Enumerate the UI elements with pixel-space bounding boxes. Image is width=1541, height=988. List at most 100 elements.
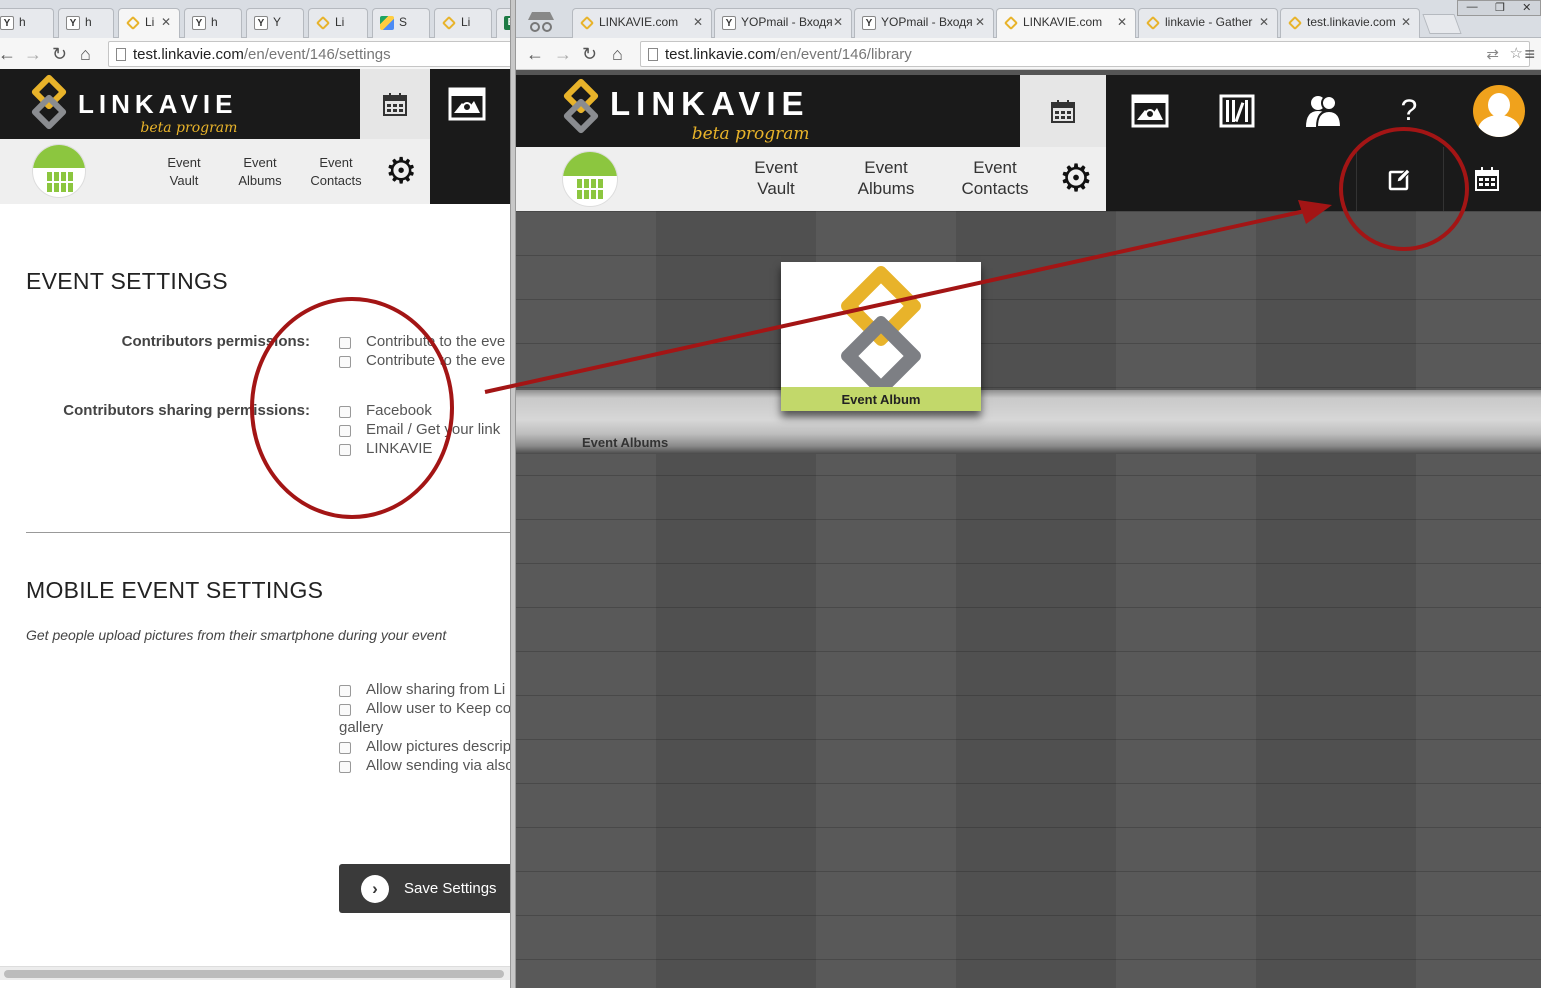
right-tab-6[interactable]: test.linkavie.com ✕ xyxy=(1280,8,1420,38)
nav-event-vault[interactable]: Event Vault xyxy=(736,157,816,199)
vault-nav-button[interactable] xyxy=(432,69,502,139)
close-tab-icon[interactable]: ✕ xyxy=(833,15,843,29)
right-tab-3[interactable]: Y YOPmail - Входя ✕ xyxy=(854,8,994,38)
vault-nav-button[interactable] xyxy=(1106,75,1194,147)
left-tab-6[interactable]: Li xyxy=(308,8,368,38)
yopmail-favicon-icon: Y xyxy=(192,16,206,30)
linkavie-favicon-icon xyxy=(1003,15,1019,31)
settings-gear-icon[interactable]: ⚙ xyxy=(1059,160,1093,198)
nav-line: Vault xyxy=(169,173,199,188)
linkavie-favicon-icon xyxy=(1145,15,1161,31)
calendar-nav-button[interactable] xyxy=(1020,75,1106,147)
linkavie-logo[interactable]: LINKAVIE beta program xyxy=(560,77,810,145)
calendar-icon xyxy=(1051,100,1075,123)
left-tab-5[interactable]: YY xyxy=(246,8,304,38)
tab-title: LINKAVIE.com xyxy=(599,15,679,29)
left-tab-3-active[interactable]: Li ✕ xyxy=(118,8,180,39)
right-tab-4-active[interactable]: LINKAVIE.com ✕ xyxy=(996,8,1136,39)
minimize-icon[interactable]: — xyxy=(1467,1,1478,15)
allow-sharing-checkbox[interactable] xyxy=(339,685,351,697)
profile-avatar-button[interactable] xyxy=(1456,75,1541,147)
linkavie-favicon-icon xyxy=(441,15,457,31)
right-url-bar[interactable]: test.linkavie.com/en/event/146/library ⇄… xyxy=(640,41,1530,67)
left-tab-7[interactable]: S xyxy=(372,8,430,38)
nav-event-albums[interactable]: Event Albums xyxy=(228,154,292,190)
left-tab-1[interactable]: Yh xyxy=(0,8,54,38)
chevron-right-icon: › xyxy=(361,874,389,903)
close-window-icon[interactable]: ✕ xyxy=(1522,1,1531,15)
event-album-card[interactable]: Event Album xyxy=(781,262,981,411)
library-nav-button[interactable] xyxy=(1194,75,1280,147)
tab-title: linkavie - Gather xyxy=(1165,15,1253,29)
linkavie-logo[interactable]: LINKAVIE beta program xyxy=(28,73,237,136)
logo-text: LINKAVIE beta program xyxy=(610,87,810,145)
allow-sending-checkbox[interactable] xyxy=(339,761,351,773)
photo-vault-icon xyxy=(1131,94,1169,128)
close-tab-icon[interactable]: ✕ xyxy=(975,15,985,29)
nav-line: Event xyxy=(319,155,353,170)
contribute-checkbox-2[interactable] xyxy=(339,356,351,368)
nav-event-albums[interactable]: Event Albums xyxy=(844,157,928,199)
close-tab-icon[interactable]: ✕ xyxy=(1259,15,1269,29)
calendar-nav-button[interactable] xyxy=(360,69,430,139)
close-tab-icon[interactable]: ✕ xyxy=(693,15,703,29)
event-calendar-button[interactable] xyxy=(1444,147,1530,211)
translate-icon[interactable]: ⇄ xyxy=(1486,45,1499,63)
left-url-bar[interactable]: test.linkavie.com/en/event/146/settings xyxy=(108,41,510,67)
forward-arrow-icon[interactable]: → xyxy=(554,44,572,64)
nav-event-contacts[interactable]: Event Contacts xyxy=(302,154,370,190)
incognito-icon xyxy=(524,8,558,34)
menu-icon[interactable]: ≡ xyxy=(1524,44,1535,64)
nav-line: Event xyxy=(167,155,201,170)
contribute-checkbox-1[interactable] xyxy=(339,337,351,349)
bookmark-star-icon[interactable]: ☆ xyxy=(1510,44,1523,62)
scrollbar-thumb[interactable] xyxy=(4,970,504,978)
allow-keep-checkbox[interactable] xyxy=(339,704,351,716)
contacts-nav-button[interactable] xyxy=(1280,75,1366,147)
close-tab-icon[interactable]: ✕ xyxy=(1117,15,1127,29)
shelf-label: Event Albums xyxy=(582,435,669,450)
back-arrow-icon[interactable]: ← xyxy=(526,44,544,64)
left-tab-9[interactable]: E xyxy=(496,8,510,38)
right-tab-1[interactable]: LINKAVIE.com ✕ xyxy=(572,8,712,38)
reload-icon[interactable]: ↻ xyxy=(52,44,67,64)
reload-icon[interactable]: ↻ xyxy=(582,44,597,64)
email-link-checkbox[interactable] xyxy=(339,425,351,437)
left-tab-4[interactable]: Yh xyxy=(184,8,242,38)
albums-shelf xyxy=(516,390,1541,454)
left-tab-2[interactable]: Yh xyxy=(58,8,114,38)
close-tab-icon[interactable]: ✕ xyxy=(1401,15,1411,29)
home-icon[interactable]: ⌂ xyxy=(80,44,91,64)
linkavie-checkbox[interactable] xyxy=(339,444,351,456)
right-tab-2[interactable]: Y YOPmail - Входя ✕ xyxy=(714,8,852,38)
right-tab-5[interactable]: linkavie - Gather ✕ xyxy=(1138,8,1278,38)
home-icon[interactable]: ⌂ xyxy=(612,44,623,64)
edit-event-button[interactable] xyxy=(1357,147,1443,211)
url-host: test.linkavie.com xyxy=(133,46,244,63)
section-divider xyxy=(26,532,510,533)
left-tab-8[interactable]: Li xyxy=(434,8,492,38)
tab-title: S xyxy=(399,15,408,29)
forward-arrow-icon[interactable]: → xyxy=(24,44,42,64)
email-link-option-label: Email / Get your link xyxy=(366,421,501,438)
nav-event-vault[interactable]: Event Vault xyxy=(152,154,216,190)
settings-gear-icon[interactable]: ⚙ xyxy=(385,153,417,189)
new-tab-button[interactable] xyxy=(1422,14,1462,34)
facebook-checkbox[interactable] xyxy=(339,406,351,418)
nav-line: Contacts xyxy=(310,173,362,188)
allow-descriptions-checkbox[interactable] xyxy=(339,742,351,754)
close-tab-icon[interactable]: ✕ xyxy=(161,15,171,29)
back-arrow-icon[interactable]: ← xyxy=(0,44,16,64)
nav-event-contacts[interactable]: Event Contacts xyxy=(952,157,1038,199)
help-button[interactable]: ? xyxy=(1366,75,1452,147)
right-address-toolbar: ← → ↻ ⌂ test.linkavie.com/en/event/146/l… xyxy=(516,38,1541,70)
tab-title: h xyxy=(19,15,26,29)
linkavie-favicon-icon xyxy=(125,15,141,31)
save-settings-button[interactable]: › Save Settings xyxy=(339,864,510,913)
mobile-settings-note: Get people upload pictures from their sm… xyxy=(26,627,447,643)
restore-icon[interactable]: ❐ xyxy=(1495,1,1505,15)
tab-title: Li xyxy=(145,15,155,29)
horizontal-scrollbar[interactable] xyxy=(0,966,510,980)
tab-title: YOPmail - Входя xyxy=(741,15,833,29)
yopmail-favicon-icon: Y xyxy=(254,16,268,30)
